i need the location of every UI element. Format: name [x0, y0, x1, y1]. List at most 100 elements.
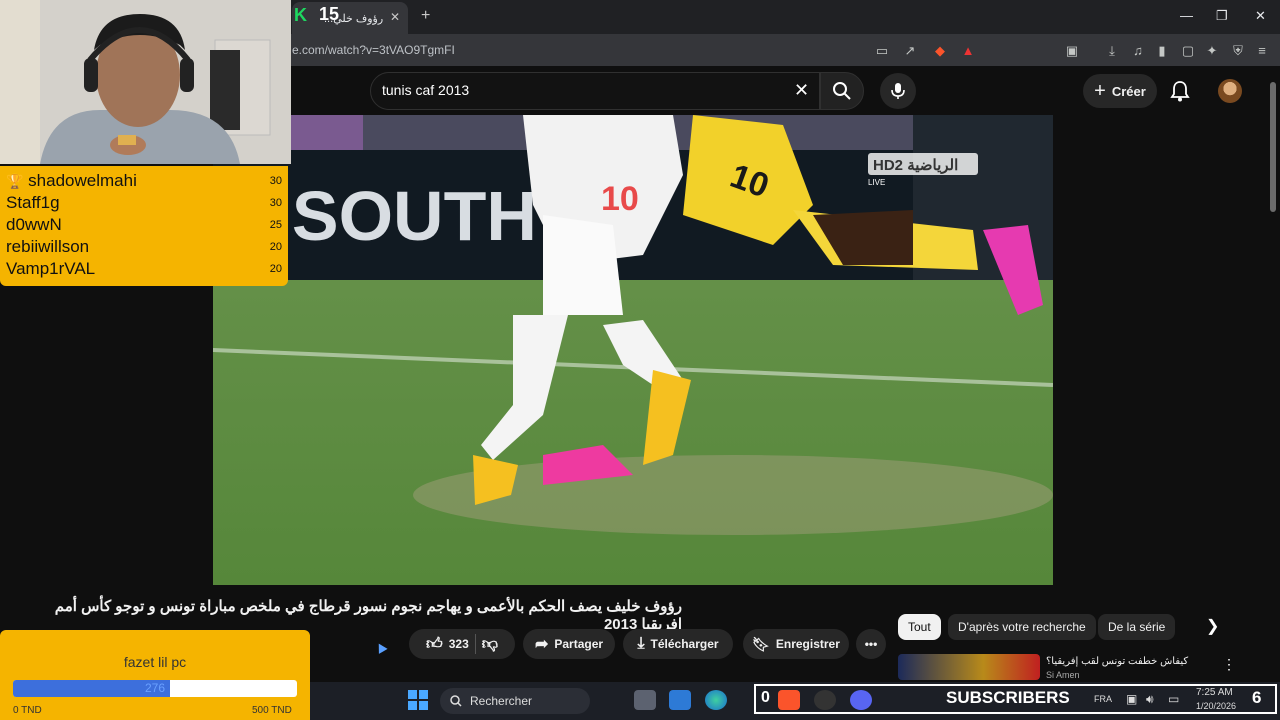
leaderboard-score: 30	[269, 197, 282, 209]
leaderboard-score: 20	[269, 241, 282, 253]
leaderboard: 🏆 shadowelmahi 30 Staff1g 30 d0wwN 25 re…	[0, 166, 288, 286]
goal-current: 276	[144, 681, 166, 695]
edge-icon[interactable]	[705, 690, 727, 710]
search-icon	[833, 82, 851, 100]
sidebar-icon[interactable]: ▮	[1154, 43, 1170, 59]
windows-start-icon[interactable]	[408, 690, 428, 710]
taskbar-search[interactable]: Rechercher	[440, 688, 590, 714]
microphone-icon	[891, 83, 905, 99]
divider	[474, 634, 476, 654]
mouse-cursor	[374, 641, 388, 654]
battery-icon[interactable]: ▭	[1168, 692, 1179, 706]
chevron-right-icon[interactable]: ❯	[1206, 616, 1219, 636]
live-label: LIVE	[868, 178, 885, 187]
goal-min-label: 0 TND	[13, 705, 42, 716]
taskbar-date[interactable]: 1/20/2026	[1196, 701, 1236, 711]
minimize-icon[interactable]: —	[1180, 8, 1193, 23]
save-button[interactable]: 🔖︎ Enregistrer	[743, 629, 849, 659]
like-button[interactable]: 👍︎ 323	[426, 635, 469, 654]
leo-icon[interactable]: ✦	[1204, 43, 1220, 59]
thumbs-up-icon: 👍︎	[425, 635, 443, 653]
leaderboard-name: rebiiwillson	[6, 237, 90, 256]
network-icon[interactable]: ▣	[1126, 692, 1137, 706]
scrollbar-thumb[interactable]	[1270, 82, 1276, 212]
clear-search-icon[interactable]: ✕	[794, 80, 809, 101]
leaderboard-score: 20	[269, 263, 282, 275]
search-icon	[450, 695, 462, 707]
download-button[interactable]: ⤓ Télécharger	[623, 629, 733, 659]
taskbar-search-placeholder: Rechercher	[470, 694, 533, 708]
download-icon[interactable]: ⤓	[1104, 43, 1120, 59]
recommended-channel: Si Amen	[1046, 670, 1080, 680]
language-indicator[interactable]: FRA	[1094, 694, 1112, 704]
goal-max-label: 500 TND	[252, 705, 292, 716]
chip-series[interactable]: De la série	[1098, 614, 1176, 640]
leaderboard-row: Staff1g 30	[6, 192, 282, 214]
wallet-icon[interactable]: ▢	[1180, 43, 1196, 59]
more-vert-icon[interactable]: ⋮	[1222, 656, 1236, 673]
menu-icon[interactable]: ≡	[1254, 43, 1270, 59]
subscribers-label: SUBSCRIBERS	[946, 688, 1070, 707]
tab-badge: 15	[319, 4, 340, 24]
save-label: Enregistrer	[775, 637, 840, 651]
taskbar-time[interactable]: 7:25 AM	[1196, 687, 1233, 698]
taskview-icon[interactable]	[634, 690, 656, 710]
music-icon[interactable]: ♫	[1130, 43, 1146, 59]
share-icon[interactable]: ↗	[902, 43, 918, 59]
notifications-icon[interactable]	[1170, 80, 1190, 107]
plus-icon: +	[1094, 79, 1106, 102]
leaderboard-name: Staff1g	[6, 193, 60, 212]
url-field[interactable]: e.com/watch?v=3tVAO9TgmFI	[292, 43, 455, 57]
thumbs-down-icon[interactable]: 👎︎	[482, 635, 498, 654]
video-frame: , SOUTH A 10 10 HD2 الرياضية LIVE	[213, 115, 1053, 585]
app-icon[interactable]	[669, 690, 691, 710]
brave-shield-icon[interactable]: ◆	[932, 43, 948, 59]
like-dislike-group: 👍︎ 323 👎︎	[409, 629, 515, 659]
share-arrow-icon: ➦	[534, 636, 549, 653]
chip-all[interactable]: Tout	[898, 614, 941, 640]
leaderboard-name: shadowelmahi	[28, 171, 137, 190]
reader-icon[interactable]: ▣	[1064, 43, 1080, 59]
chip-related[interactable]: D'après votre recherche	[948, 614, 1096, 640]
search-button[interactable]	[820, 72, 864, 110]
more-actions-button[interactable]: •••	[856, 629, 886, 659]
cast-icon[interactable]: ▭	[874, 43, 890, 59]
share-button[interactable]: ➦ Partager	[523, 629, 615, 659]
new-tab-icon[interactable]: +	[421, 7, 430, 25]
download-arrow-icon: ⤓	[637, 635, 645, 652]
video-title: رؤوف خليف يصف الحكم بالأعمى و يهاجم نجوم…	[54, 598, 682, 633]
voice-search-button[interactable]	[880, 73, 916, 109]
recommended-thumbnail[interactable]	[898, 654, 1040, 680]
video-player[interactable]: , SOUTH A 10 10 HD2 الرياضية LIVE	[213, 115, 1053, 585]
brave-rewards-icon[interactable]: ▲	[960, 43, 976, 59]
bookmark-icon: 🔖︎	[752, 635, 770, 652]
goal-name: fazet lil pc	[123, 654, 187, 670]
leaderboard-row: Vamp1rVAL 20	[6, 258, 282, 280]
leaderboard-row: 🏆 shadowelmahi 30	[6, 170, 282, 192]
download-label: Télécharger	[650, 637, 719, 651]
leaderboard-name: d0wwN	[6, 215, 62, 234]
leaderboard-name: Vamp1rVAL	[6, 259, 96, 278]
create-button[interactable]: + Créer	[1083, 74, 1157, 108]
like-count: 323	[448, 637, 469, 651]
webcam-feed	[0, 0, 291, 164]
window-close-icon[interactable]: ✕	[1255, 8, 1266, 24]
leaderboard-score: 30	[269, 175, 282, 187]
account-avatar[interactable]	[1218, 79, 1242, 103]
kick-logo-icon: K	[294, 5, 307, 25]
share-label: Partager	[554, 637, 604, 651]
create-label: Créer	[1111, 83, 1146, 99]
leaderboard-row: rebiiwillson 20	[6, 236, 282, 258]
volume-icon[interactable]: 🔊︎	[1146, 692, 1154, 707]
recommended-title[interactable]: كيفاش خطفت تونس لقب إفريقيا؟	[1046, 656, 1188, 667]
maximize-icon[interactable]: ❐	[1216, 8, 1228, 24]
leaderboard-score: 25	[269, 219, 282, 231]
trophy-icon: 🏆	[6, 173, 24, 189]
vpn-icon[interactable]: ⛨	[1230, 43, 1246, 59]
channel-logo: HD2 الرياضية	[873, 157, 958, 174]
subscribers-count: 0	[761, 689, 770, 706]
subscribers-number: 6	[1252, 688, 1262, 707]
leaderboard-row: d0wwN 25	[6, 214, 282, 236]
tab-close-icon[interactable]: ✕	[390, 10, 400, 24]
search-query[interactable]: tunis caf 2013	[382, 82, 469, 98]
